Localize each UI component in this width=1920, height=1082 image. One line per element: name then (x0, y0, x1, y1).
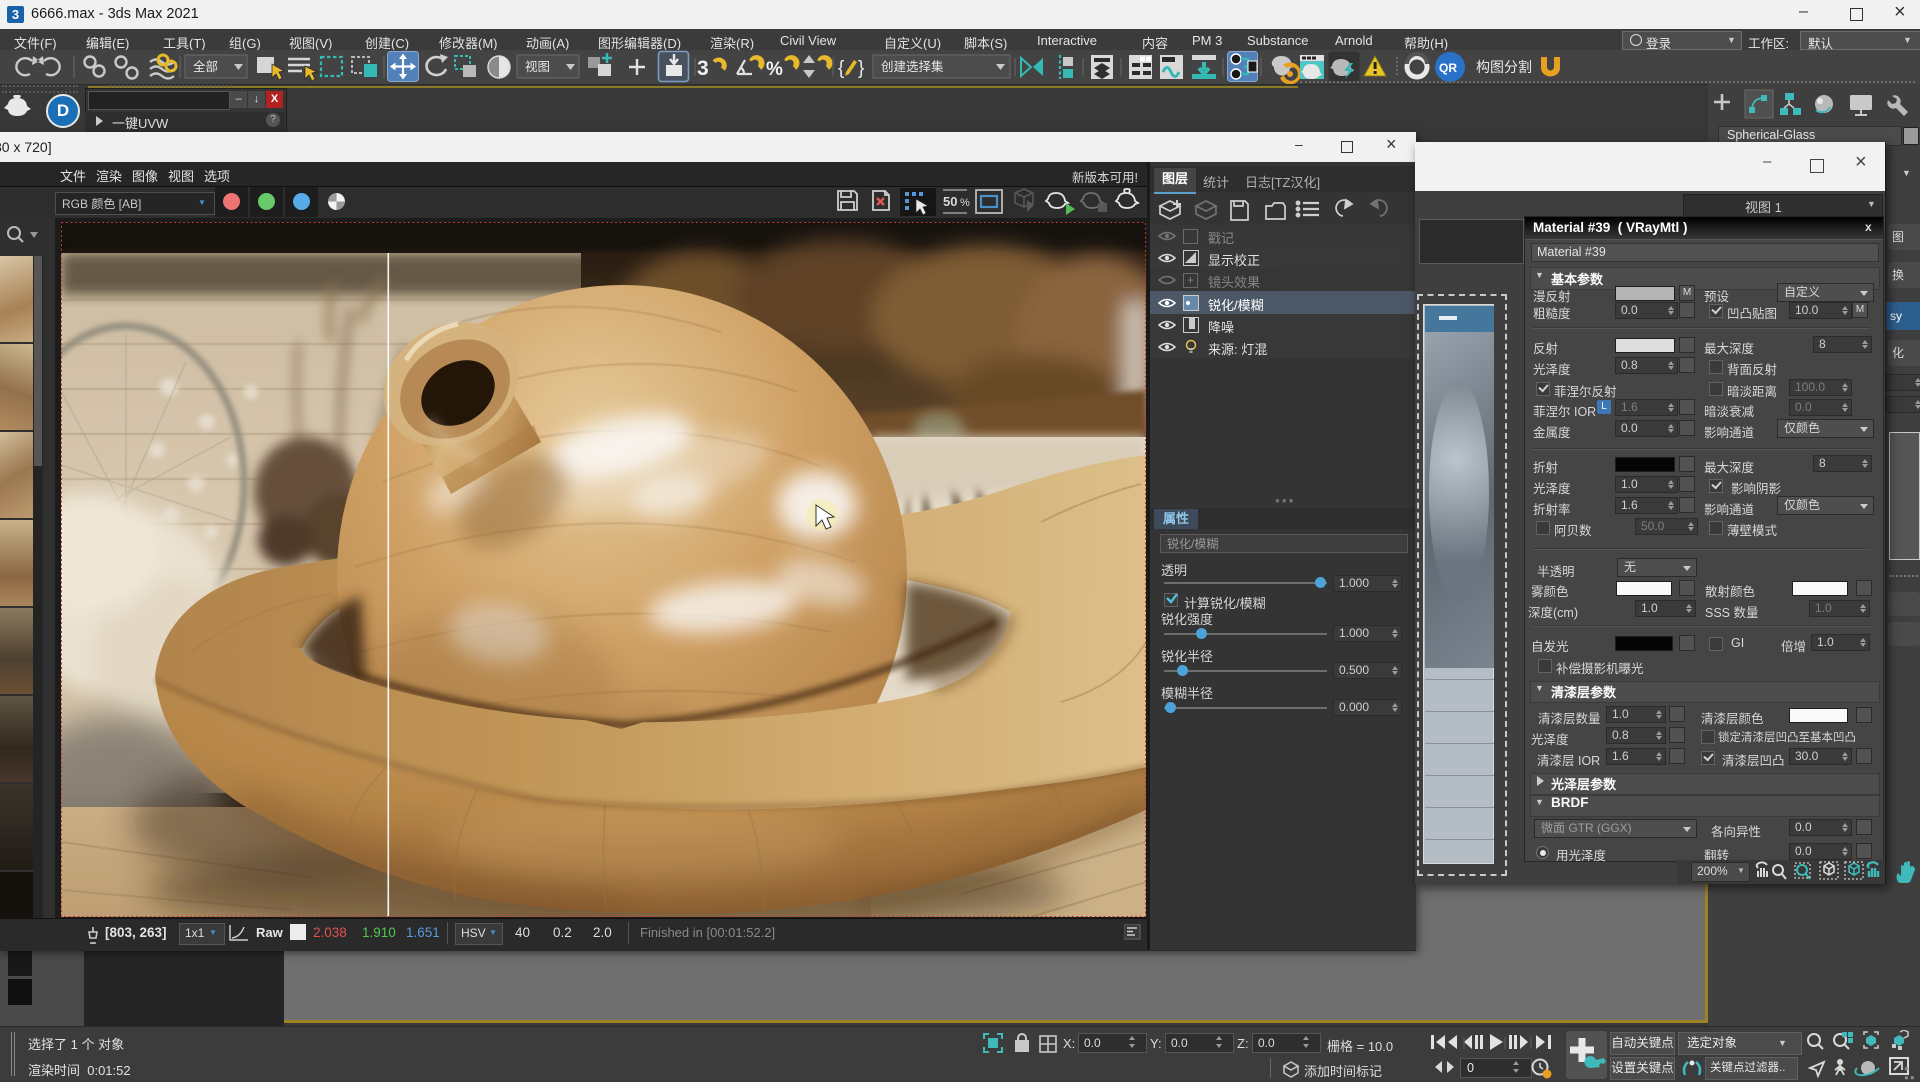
svg-text:构图分割: 构图分割 (1476, 59, 1532, 75)
svg-text:3: 3 (697, 57, 709, 80)
svg-text:全部: 全部 (193, 59, 218, 74)
svg-text:}: } (858, 58, 864, 79)
svg-text:%: % (766, 59, 783, 80)
svg-text:50: 50 (943, 194, 957, 209)
svg-text:视图: 视图 (525, 59, 550, 74)
svg-text:QR: QR (1439, 61, 1457, 75)
svg-text:%: % (960, 197, 970, 209)
svg-text:创建选择集: 创建选择集 (881, 59, 944, 74)
svg-text:{: { (838, 58, 845, 79)
